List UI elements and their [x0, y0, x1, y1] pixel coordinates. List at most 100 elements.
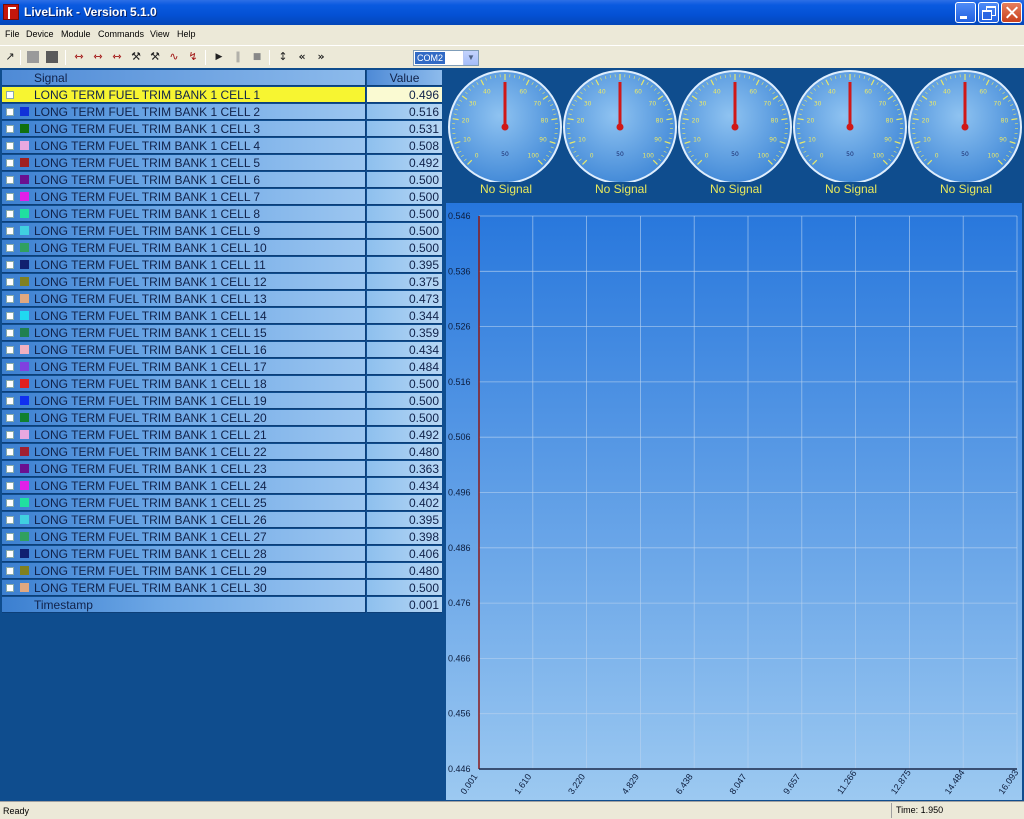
header-value[interactable]: Value — [367, 70, 442, 86]
up-down-icon[interactable]: ↕ — [276, 50, 290, 64]
capture-end-icon[interactable]: ⇿ — [110, 50, 124, 64]
probe-icon[interactable]: ⚒ — [129, 50, 143, 64]
table-row[interactable]: LONG TERM FUEL TRIM BANK 1 CELL 19 0.500 — [2, 393, 442, 410]
close-button[interactable] — [1001, 2, 1022, 23]
row-checkbox[interactable] — [6, 414, 14, 422]
capture-range-icon[interactable]: ⇿ — [91, 50, 105, 64]
table-row[interactable]: LONG TERM FUEL TRIM BANK 1 CELL 26 0.395 — [2, 512, 442, 529]
row-checkbox[interactable] — [6, 329, 14, 337]
row-checkbox[interactable] — [6, 482, 14, 490]
fast-forward-icon[interactable]: » — [314, 50, 328, 64]
row-checkbox[interactable] — [6, 261, 14, 269]
row-checkbox[interactable] — [6, 227, 14, 235]
table-row[interactable]: LONG TERM FUEL TRIM BANK 1 CELL 12 0.375 — [2, 274, 442, 291]
table-row[interactable]: LONG TERM FUEL TRIM BANK 1 CELL 2 0.516 — [2, 104, 442, 121]
table-row[interactable]: LONG TERM FUEL TRIM BANK 1 CELL 24 0.434 — [2, 478, 442, 495]
row-checkbox[interactable] — [6, 397, 14, 405]
color-swatch — [20, 243, 29, 252]
table-row[interactable]: LONG TERM FUEL TRIM BANK 1 CELL 18 0.500 — [2, 376, 442, 393]
header-signal-cell[interactable]: Signal — [2, 70, 366, 86]
table-row[interactable]: LONG TERM FUEL TRIM BANK 1 CELL 21 0.492 — [2, 427, 442, 444]
y-tick-label: 0.486 — [448, 543, 471, 553]
table-row[interactable]: LONG TERM FUEL TRIM BANK 1 CELL 23 0.363 — [2, 461, 442, 478]
row-checkbox[interactable] — [6, 244, 14, 252]
row-checkbox[interactable] — [6, 193, 14, 201]
row-checkbox[interactable] — [6, 176, 14, 184]
table-row[interactable]: LONG TERM FUEL TRIM BANK 1 CELL 28 0.406 — [2, 546, 442, 563]
row-checkbox[interactable] — [6, 91, 14, 99]
row-checkbox[interactable] — [6, 567, 14, 575]
pause-icon[interactable]: ∥ — [231, 50, 245, 64]
gauge-tick-label: 30 — [814, 100, 822, 107]
table-row[interactable]: LONG TERM FUEL TRIM BANK 1 CELL 1 0.496 — [2, 87, 442, 104]
gauge-tick-label: 80 — [541, 118, 549, 125]
row-checkbox[interactable] — [6, 465, 14, 473]
table-row[interactable]: LONG TERM FUEL TRIM BANK 1 CELL 4 0.508 — [2, 138, 442, 155]
row-checkbox[interactable] — [6, 499, 14, 507]
probe-alt-icon[interactable]: ⚒ — [148, 50, 162, 64]
table-row[interactable]: LONG TERM FUEL TRIM BANK 1 CELL 9 0.500 — [2, 223, 442, 240]
menu-view[interactable]: View — [150, 29, 169, 39]
table-row[interactable]: LONG TERM FUEL TRIM BANK 1 CELL 29 0.480 — [2, 563, 442, 580]
row-checkbox[interactable] — [6, 125, 14, 133]
menu-module[interactable]: Module — [61, 29, 91, 39]
table-row[interactable]: LONG TERM FUEL TRIM BANK 1 CELL 11 0.395 — [2, 257, 442, 274]
signal-cell: LONG TERM FUEL TRIM BANK 1 CELL 16 — [2, 342, 366, 358]
row-checkbox[interactable] — [6, 550, 14, 558]
row-checkbox[interactable] — [6, 516, 14, 524]
gauge-tick-label: 30 — [929, 100, 937, 107]
row-checkbox[interactable] — [6, 380, 14, 388]
table-row[interactable]: LONG TERM FUEL TRIM BANK 1 CELL 16 0.434 — [2, 342, 442, 359]
row-checkbox[interactable] — [6, 363, 14, 371]
table-row[interactable]: LONG TERM FUEL TRIM BANK 1 CELL 27 0.398 — [2, 529, 442, 546]
menu-commands[interactable]: Commands — [98, 29, 144, 39]
signal-chart[interactable]: 0.546 0.536 0.526 0.516 0.506 0.496 0.486 0.476… — [446, 203, 1022, 800]
stop-dark-icon[interactable] — [46, 51, 58, 63]
menu-device[interactable]: Device — [26, 29, 54, 39]
table-row[interactable]: LONG TERM FUEL TRIM BANK 1 CELL 17 0.484 — [2, 359, 442, 376]
connect-icon[interactable]: ↗ — [3, 50, 17, 64]
table-row[interactable]: LONG TERM FUEL TRIM BANK 1 CELL 20 0.500 — [2, 410, 442, 427]
table-row[interactable]: LONG TERM FUEL TRIM BANK 1 CELL 13 0.473 — [2, 291, 442, 308]
table-row[interactable]: LONG TERM FUEL TRIM BANK 1 CELL 7 0.500 — [2, 189, 442, 206]
signal-cell: LONG TERM FUEL TRIM BANK 1 CELL 28 — [2, 546, 366, 562]
title-bar[interactable]: LiveLink - Version 5.1.0 — [0, 0, 1024, 25]
wave-down-icon[interactable]: ↯ — [186, 50, 200, 64]
menu-help[interactable]: Help — [177, 29, 196, 39]
wave-icon[interactable]: ∿ — [167, 50, 181, 64]
chevron-down-icon[interactable]: ▼ — [463, 51, 478, 65]
row-checkbox[interactable] — [6, 295, 14, 303]
color-swatch — [20, 583, 29, 592]
stop-icon[interactable]: ■ — [250, 50, 264, 64]
table-row[interactable]: LONG TERM FUEL TRIM BANK 1 CELL 3 0.531 — [2, 121, 442, 138]
menu-file[interactable]: File — [5, 29, 20, 39]
row-checkbox[interactable] — [6, 210, 14, 218]
port-select[interactable]: COM2 ▼ — [413, 50, 479, 66]
row-checkbox[interactable] — [6, 533, 14, 541]
stop-grey-icon[interactable] — [27, 51, 39, 63]
table-row[interactable]: LONG TERM FUEL TRIM BANK 1 CELL 8 0.500 — [2, 206, 442, 223]
timestamp-row[interactable]: Timestamp 0.001 — [2, 597, 442, 614]
minimize-button[interactable] — [955, 2, 976, 23]
row-checkbox[interactable] — [6, 448, 14, 456]
row-checkbox[interactable] — [6, 278, 14, 286]
row-checkbox[interactable] — [6, 431, 14, 439]
table-row[interactable]: LONG TERM FUEL TRIM BANK 1 CELL 22 0.480 — [2, 444, 442, 461]
play-icon[interactable]: ▶ — [212, 50, 226, 64]
row-checkbox[interactable] — [6, 584, 14, 592]
table-row[interactable]: LONG TERM FUEL TRIM BANK 1 CELL 15 0.359 — [2, 325, 442, 342]
table-row[interactable]: LONG TERM FUEL TRIM BANK 1 CELL 14 0.344 — [2, 308, 442, 325]
row-checkbox[interactable] — [6, 108, 14, 116]
row-checkbox[interactable] — [6, 346, 14, 354]
table-row[interactable]: LONG TERM FUEL TRIM BANK 1 CELL 10 0.500 — [2, 240, 442, 257]
table-row[interactable]: LONG TERM FUEL TRIM BANK 1 CELL 6 0.500 — [2, 172, 442, 189]
rewind-icon[interactable]: « — [295, 50, 309, 64]
table-row[interactable]: LONG TERM FUEL TRIM BANK 1 CELL 5 0.492 — [2, 155, 442, 172]
row-checkbox[interactable] — [6, 159, 14, 167]
row-checkbox[interactable] — [6, 142, 14, 150]
restore-button[interactable] — [978, 2, 999, 23]
table-row[interactable]: LONG TERM FUEL TRIM BANK 1 CELL 25 0.402 — [2, 495, 442, 512]
table-row[interactable]: LONG TERM FUEL TRIM BANK 1 CELL 30 0.500 — [2, 580, 442, 597]
row-checkbox[interactable] — [6, 312, 14, 320]
capture-icon[interactable]: ⇿ — [72, 50, 86, 64]
